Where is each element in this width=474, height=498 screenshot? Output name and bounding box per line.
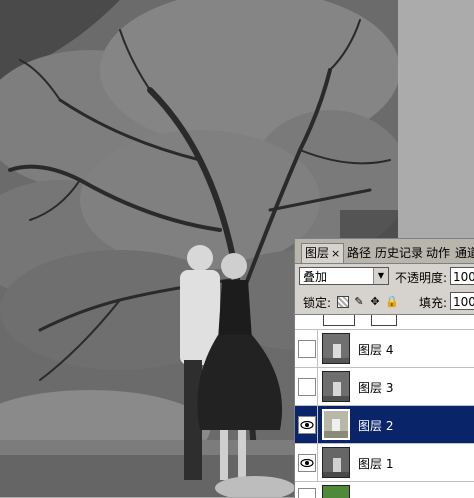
partial-layer-row — [295, 315, 474, 330]
close-icon[interactable]: × — [331, 247, 340, 260]
layer-thumbnail — [322, 371, 350, 402]
blend-mode-value: 叠加 — [303, 270, 328, 284]
layer-thumbnail — [322, 485, 350, 498]
tab-channels[interactable]: 通道 — [455, 244, 474, 263]
lock-row: 锁定: ✎ ✥ 🔒 填充: 100% — [295, 291, 474, 313]
layer-name: 图层 4 — [358, 343, 394, 357]
tab-paths[interactable]: 路径 — [347, 244, 371, 263]
layer-list: 图层 4 图层 3 图层 2 图层 1 — [295, 314, 474, 498]
divider — [317, 406, 318, 443]
fill-input[interactable]: 100% — [450, 292, 474, 310]
tab-history[interactable]: 历史记录 — [375, 244, 423, 263]
layer-thumbnail — [322, 409, 350, 440]
tab-layers-label: 图层 — [305, 246, 330, 260]
padlock-icon[interactable]: 🔒 — [385, 296, 399, 308]
layer-row-partial[interactable] — [295, 482, 474, 498]
visibility-toggle[interactable] — [298, 378, 316, 396]
lock-label: 锁定: — [303, 296, 332, 310]
layers-panel: 图层× 路径 历史记录 动作 通道 叠加 ▼ 不透明度: 100% 锁定: ✎ … — [294, 238, 474, 498]
panel-tabs: 图层× 路径 历史记录 动作 通道 — [295, 239, 474, 264]
move-lock-icon[interactable]: ✥ — [369, 296, 381, 308]
visibility-toggle[interactable] — [298, 340, 316, 358]
blend-mode-select[interactable]: 叠加 ▼ — [299, 267, 389, 285]
layer-row-4[interactable]: 图层 4 — [295, 330, 474, 368]
chevron-down-icon[interactable]: ▼ — [373, 268, 388, 284]
tab-layers[interactable]: 图层 × — [301, 243, 345, 263]
layer-row-1[interactable]: 图层 1 — [295, 444, 474, 482]
visibility-toggle[interactable] — [298, 416, 316, 434]
eye-icon — [300, 420, 314, 430]
transparency-lock-icon[interactable] — [337, 296, 349, 308]
opacity-label: 不透明度: — [395, 271, 448, 285]
layer-name: 图层 2 — [358, 419, 394, 433]
layer-name: 图层 1 — [358, 457, 394, 471]
divider — [317, 368, 318, 405]
partial-mask-thumbnail — [371, 315, 397, 326]
visibility-toggle[interactable] — [298, 454, 316, 472]
blend-row: 叠加 ▼ 不透明度: 100% — [295, 265, 474, 289]
divider — [317, 330, 318, 367]
tab-actions[interactable]: 动作 — [426, 244, 450, 263]
fill-label: 填充: — [419, 296, 448, 310]
partial-thumbnail — [323, 315, 355, 326]
workspace-background — [398, 0, 474, 238]
brush-lock-icon[interactable]: ✎ — [353, 296, 365, 308]
opacity-input[interactable]: 100% — [450, 267, 474, 285]
layer-row-3[interactable]: 图层 3 — [295, 368, 474, 406]
layer-thumbnail — [322, 447, 350, 478]
layer-name: 图层 3 — [358, 381, 394, 395]
divider — [317, 444, 318, 481]
layer-row-2[interactable]: 图层 2 — [295, 406, 474, 444]
eye-icon — [300, 458, 314, 468]
layer-thumbnail — [322, 333, 350, 364]
